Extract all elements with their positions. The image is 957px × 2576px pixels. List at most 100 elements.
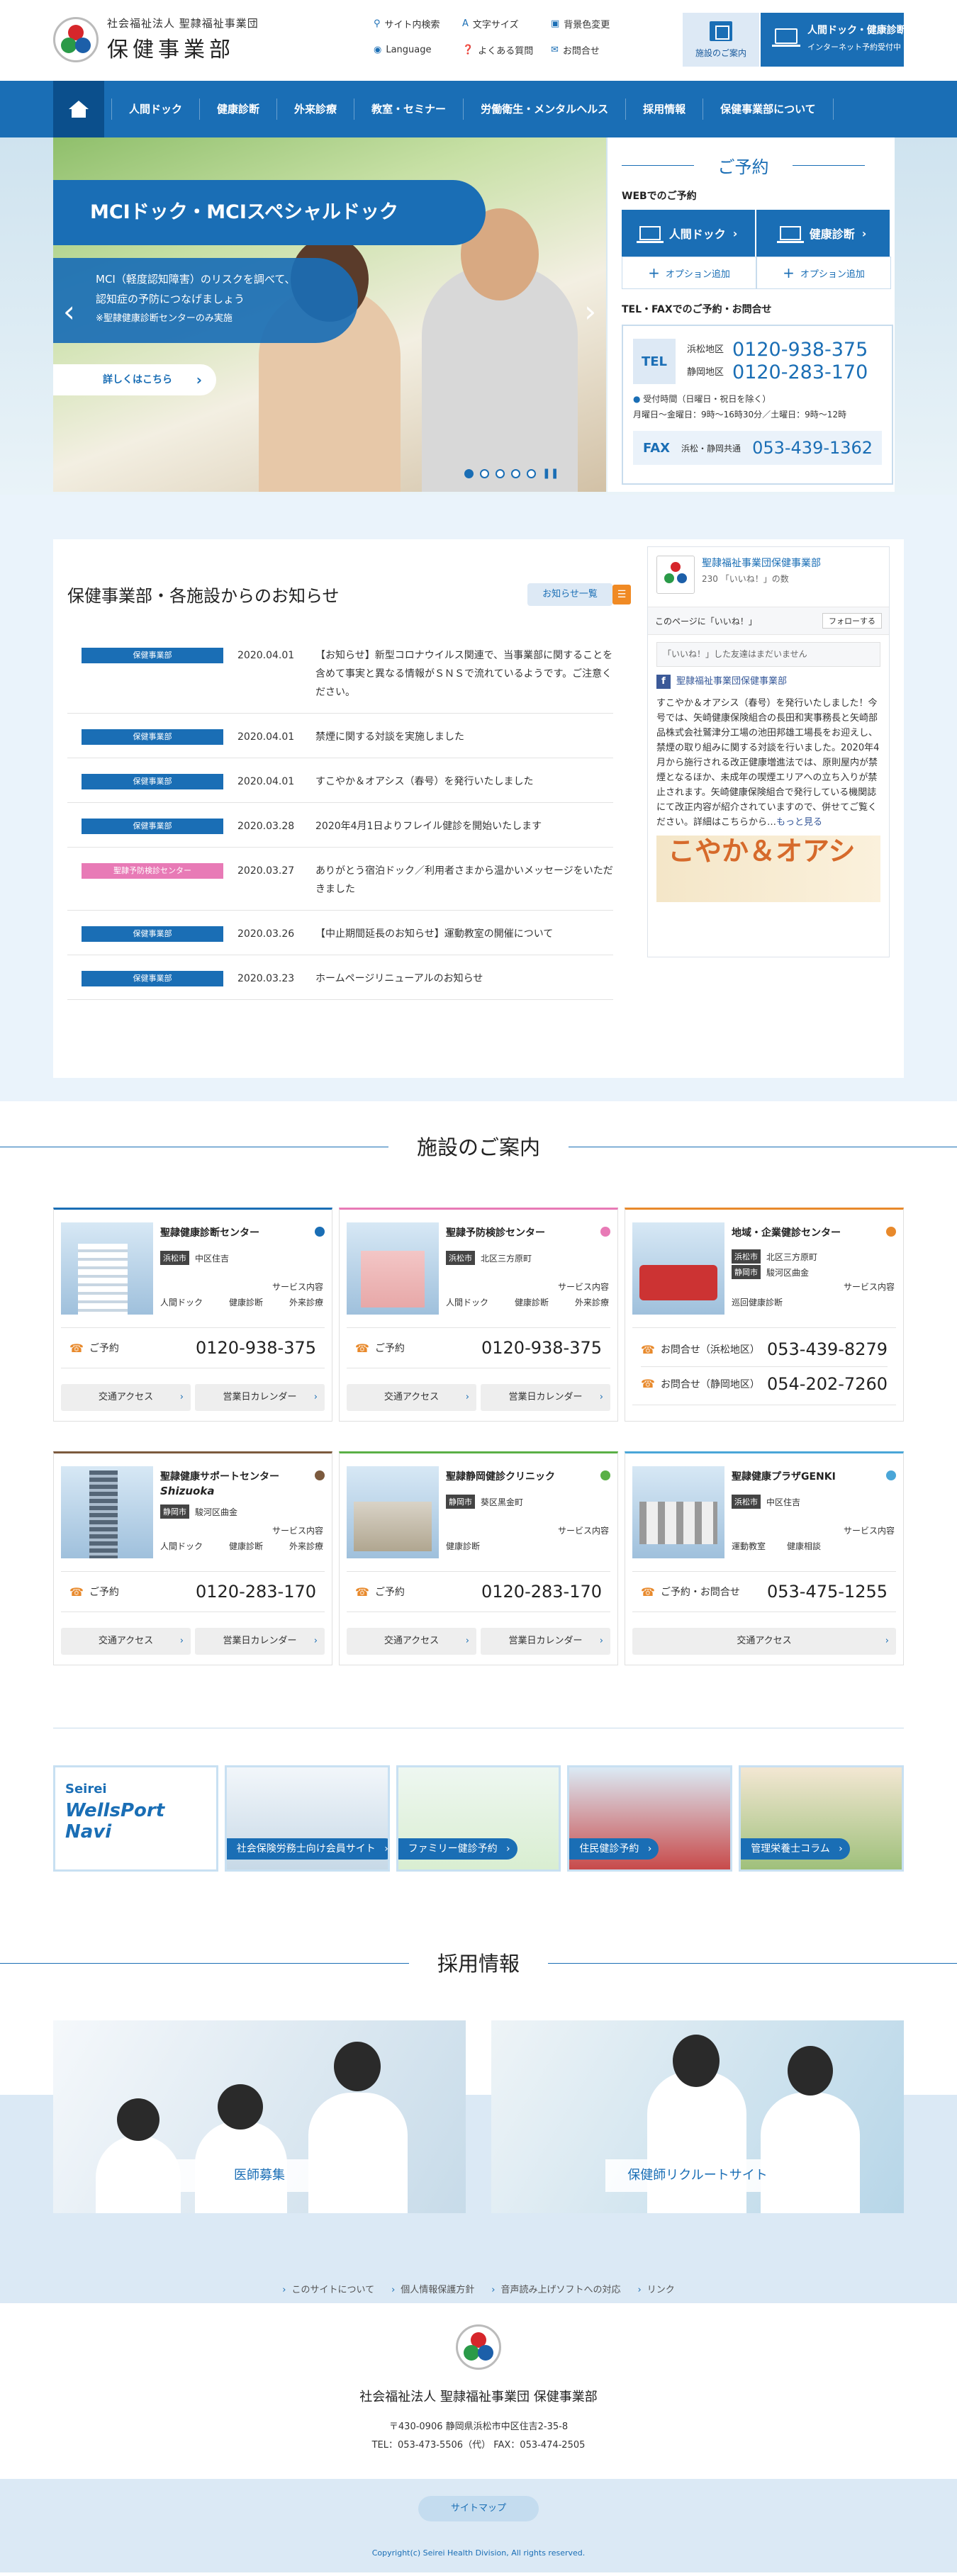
- facility-tel[interactable]: 053-475-1255: [767, 1582, 888, 1602]
- facility-tel[interactable]: 054-202-7260: [767, 1374, 888, 1394]
- home-button[interactable]: [53, 81, 104, 137]
- footer-link-accessibility[interactable]: 音声読み上げソフトへの対応: [491, 2282, 621, 2295]
- sharoushi-banner[interactable]: 社会保険労務士向け会員サイト: [224, 1765, 390, 1872]
- reservation-panel: ご予約 WEBでのご予約 人間ドック› 健康診断› オプション追加 オプション追…: [608, 137, 895, 492]
- arrow-icon[interactable]: [600, 1470, 610, 1480]
- slider-dot[interactable]: [480, 468, 489, 478]
- slider-dot[interactable]: [496, 468, 505, 478]
- slider-next-arrow-icon[interactable]: ›: [584, 297, 596, 327]
- access-button[interactable]: 交通アクセス: [61, 1628, 191, 1655]
- bg-color-link[interactable]: ▣ 背景色変更: [551, 17, 639, 30]
- facebook-page-logo[interactable]: [656, 556, 695, 594]
- contact-link[interactable]: ✉ お問合せ: [551, 43, 639, 57]
- facebook-like-button[interactable]: このページに「いいね！」: [655, 615, 757, 627]
- facility-tel[interactable]: 0120-938-375: [196, 1338, 316, 1358]
- arrow-icon[interactable]: [315, 1227, 325, 1237]
- rss-icon[interactable]: ☰: [612, 585, 631, 604]
- language-link[interactable]: ◉ Language: [374, 43, 462, 57]
- nurse-recruit-banner[interactable]: 保健師リクルートサイト: [491, 2020, 904, 2213]
- nav-dock[interactable]: 人間ドック: [111, 99, 199, 120]
- arrow-icon[interactable]: [886, 1227, 896, 1237]
- calendar-button[interactable]: 営業日カレンダー: [481, 1628, 610, 1655]
- wellsport-navi-banner[interactable]: Seirei WellsPort Navi: [53, 1765, 218, 1872]
- faq-link[interactable]: ❓ よくある質問: [462, 43, 551, 57]
- facility-tel[interactable]: 053-439-8279: [767, 1339, 888, 1359]
- dock-option-add-button[interactable]: オプション追加: [622, 257, 756, 289]
- facility-name[interactable]: 聖隷健康診断センター: [160, 1225, 259, 1239]
- facility-photo[interactable]: [61, 1466, 153, 1558]
- font-size-link[interactable]: A 文字サイズ: [462, 17, 551, 30]
- facility-name[interactable]: 聖隷予防検診センター: [446, 1225, 545, 1239]
- facility-photo[interactable]: [61, 1222, 153, 1315]
- nav-outpatient[interactable]: 外来診療: [276, 99, 354, 120]
- resident-checkup-banner[interactable]: 住民健診予約: [567, 1765, 733, 1872]
- footer-link-links[interactable]: リンク: [638, 2282, 675, 2295]
- facility-name[interactable]: 聖隷健康サポートセンター Shizuoka: [160, 1469, 279, 1497]
- hero-section: MCIドック・MCIスペシャルドック MCI（軽度認知障害）のリスクを調べて、 …: [0, 137, 957, 495]
- news-list-button[interactable]: お知らせ一覧: [527, 583, 612, 606]
- facebook-follow-button[interactable]: フォローする: [822, 613, 882, 629]
- facility-name[interactable]: 聖隷健康プラザGENKI: [732, 1469, 836, 1483]
- dietitian-column-banner[interactable]: 管理栄養士コラム: [739, 1765, 904, 1872]
- slider-pause-icon[interactable]: ❚❚: [542, 468, 559, 479]
- sitemap-button[interactable]: サイトマップ: [418, 2496, 539, 2521]
- news-item[interactable]: 保健事業部 2020.03.28 2020年4月1日よりフレイル健診を開始いたします: [67, 803, 613, 848]
- slider-dot[interactable]: [511, 468, 520, 478]
- news-section: 保健事業部・各施設からのお知らせ お知らせ一覧 ☰ 保健事業部 2020.04.0…: [0, 495, 957, 1101]
- facility-guide-button[interactable]: 施設のご案内: [683, 13, 759, 67]
- facility-tel[interactable]: 0120-938-375: [481, 1338, 602, 1358]
- footer-link-privacy[interactable]: 個人情報保護方針: [391, 2282, 474, 2295]
- calendar-button[interactable]: 営業日カレンダー: [195, 1628, 325, 1655]
- facebook-more-link[interactable]: もっと見る: [776, 817, 822, 828]
- news-item[interactable]: 保健事業部 2020.04.01 【お知らせ】新型コロナウイルス関連で、当事業部に関…: [67, 632, 613, 714]
- tel-hamamatsu[interactable]: 0120-938-375: [732, 339, 868, 361]
- arrow-icon[interactable]: [886, 1470, 896, 1480]
- facility-photo[interactable]: [347, 1466, 439, 1558]
- facility-tel[interactable]: 0120-283-170: [196, 1582, 316, 1602]
- arrow-icon[interactable]: [315, 1470, 325, 1480]
- facebook-page-name[interactable]: 聖隷福祉事業団保健事業部: [702, 558, 821, 569]
- slider-dot[interactable]: [464, 468, 474, 478]
- facility-photo[interactable]: [632, 1222, 724, 1315]
- news-item[interactable]: 保健事業部 2020.03.26 【中止期間延長のお知らせ】運動教室の開催について: [67, 911, 613, 955]
- news-item[interactable]: 聖隷予防検診センター 2020.03.27 ありがとう宿泊ドック／利用者さまから温か…: [67, 848, 613, 911]
- access-button[interactable]: 交通アクセス: [347, 1384, 476, 1411]
- slider-prev-arrow-icon[interactable]: ‹: [63, 297, 75, 327]
- footer-bottom: サイトマップ Copyright(c) Seirei Health Divisi…: [0, 2479, 957, 2572]
- access-button[interactable]: 交通アクセス: [347, 1628, 476, 1655]
- facility-name[interactable]: 地域・企業健診センター: [732, 1225, 841, 1239]
- checkup-option-add-button[interactable]: オプション追加: [756, 257, 891, 289]
- access-button[interactable]: 交通アクセス: [61, 1384, 191, 1411]
- site-search-link[interactable]: ⚲ サイト内検索: [374, 17, 462, 30]
- nav-recruit[interactable]: 採用情報: [625, 99, 703, 120]
- footer-address: 〒430-0906 静岡県浜松市中区住吉2-35-8: [388, 2422, 569, 2432]
- nav-about[interactable]: 保健事業部について: [703, 99, 834, 120]
- facility-photo[interactable]: [347, 1222, 439, 1315]
- site-header: 社会福祉法人 聖隷福祉事業団 保健事業部 ⚲ サイト内検索 A 文字サイズ ▣ 背景色…: [0, 0, 957, 81]
- facility-tel[interactable]: 0120-283-170: [481, 1582, 602, 1602]
- arrow-icon[interactable]: [600, 1227, 610, 1237]
- facility-name[interactable]: 聖隷静岡健診クリニック: [446, 1469, 555, 1483]
- facility-photo[interactable]: [632, 1466, 724, 1558]
- calendar-button[interactable]: 営業日カレンダー: [481, 1384, 610, 1411]
- news-item[interactable]: 保健事業部 2020.03.23 ホームページリニューアルのお知らせ: [67, 955, 613, 1000]
- footer-link-about[interactable]: このサイトについて: [282, 2282, 374, 2295]
- news-item[interactable]: 保健事業部 2020.04.01 禁煙に関する対談を実施しました: [67, 714, 613, 758]
- nav-checkup[interactable]: 健康診断: [199, 99, 276, 120]
- web-checkup-button[interactable]: 健康診断 ›: [756, 210, 891, 257]
- family-checkup-banner[interactable]: ファミリー健診予約: [396, 1765, 561, 1872]
- site-logo[interactable]: 社会福祉法人 聖隷福祉事業団 保健事業部: [53, 16, 259, 63]
- facebook-post-image[interactable]: こやか＆オアシ: [656, 836, 880, 902]
- calendar-button[interactable]: 営業日カレンダー: [195, 1384, 325, 1411]
- doctor-recruit-banner[interactable]: 医師募集: [53, 2020, 466, 2213]
- slider-dot[interactable]: [527, 468, 536, 478]
- nav-occupational-health[interactable]: 労働衛生・メンタルヘルス: [463, 99, 625, 120]
- hero-slider: MCIドック・MCIスペシャルドック MCI（軽度認知障害）のリスクを調べて、 …: [53, 137, 606, 492]
- slide-more-link[interactable]: 詳しくはこちら: [53, 364, 216, 395]
- tel-shizuoka[interactable]: 0120-283-170: [732, 361, 868, 384]
- access-button[interactable]: 交通アクセス: [632, 1628, 896, 1655]
- news-item[interactable]: 保健事業部 2020.04.01 すこやか＆オアシス（春号）を発行いたしました: [67, 758, 613, 803]
- online-reservation-button[interactable]: 人間ドック・健康診断予約 インターネット予約受付中: [761, 13, 927, 67]
- web-dock-button[interactable]: 人間ドック ›: [622, 210, 756, 257]
- nav-seminar[interactable]: 教室・セミナー: [354, 99, 463, 120]
